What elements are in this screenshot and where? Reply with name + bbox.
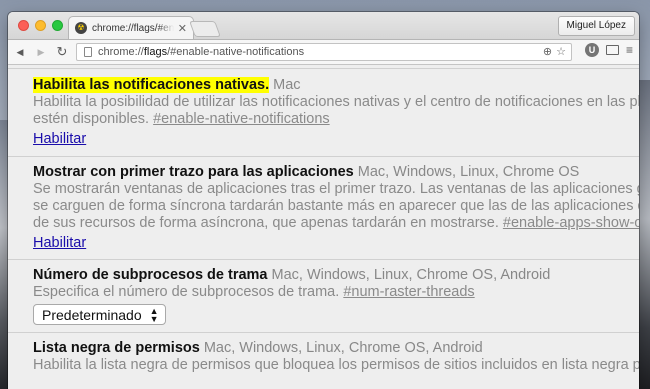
zoom-icon[interactable]: ⊕ (543, 45, 552, 58)
tab-close-icon[interactable]: ✕ (178, 22, 187, 35)
flag-title: Mostrar con primer trazo para las aplica… (33, 164, 354, 180)
flag-description: de sus recursos de forma asíncrona, que … (33, 215, 503, 231)
enable-link[interactable]: Habilitar (33, 233, 86, 253)
flags-page: Habilita las notificaciones nativas. Mac … (8, 65, 639, 389)
chrome-menu-icon[interactable]: ≡ (626, 43, 633, 57)
divider (8, 68, 639, 69)
flag-anchor-link[interactable]: #enable-apps-show-on-fir (503, 215, 639, 231)
flag-anchor-link[interactable]: #num-raster-threads (343, 284, 474, 300)
flag-anchor-link[interactable]: #enable-native-notifications (153, 111, 330, 127)
flag-description: Habilita la lista negra de permisos que … (33, 357, 639, 373)
flag-platforms: Mac, Windows, Linux, Chrome OS (357, 164, 580, 180)
cast-icon[interactable] (605, 45, 619, 55)
back-arrow-icon: ◀ (16, 46, 24, 57)
reload-button[interactable]: ↻ (53, 43, 71, 61)
minimize-window-button[interactable] (35, 20, 46, 31)
select-value: Predeterminado (42, 306, 142, 323)
flag-title: Habilita las notificaciones nativas. (33, 77, 270, 93)
enable-link[interactable]: Habilitar (33, 129, 86, 149)
flag-item-apps-show-first-paint: Mostrar con primer trazo para las aplica… (8, 164, 639, 253)
forward-button[interactable]: ▶ (32, 43, 50, 61)
address-bar[interactable]: chrome://flags/#enable-native-notificati… (76, 43, 572, 61)
flag-title: Lista negra de permisos (33, 340, 200, 356)
flag-description: Especifica el número de subprocesos de t… (33, 284, 344, 300)
flag-platforms: Mac, Windows, Linux, Chrome OS, Android (203, 340, 483, 356)
tab-flags[interactable]: ☢ chrome://flags/#enable-native-notifica… (68, 16, 194, 39)
flag-platforms: Mac, Windows, Linux, Chrome OS, Android (271, 267, 551, 283)
maximize-window-button[interactable] (52, 20, 63, 31)
tab-strip: ☢ chrome://flags/#enable-native-notifica… (8, 12, 639, 40)
flag-description: Habilita la posibilidad de utilizar las … (33, 94, 639, 110)
divider (8, 259, 639, 260)
flag-description: se carguen de forma síncrona tardarán ba… (33, 198, 639, 214)
flag-item-raster-threads: Número de subprocesos de trama Mac, Windo… (8, 267, 639, 325)
divider (8, 156, 639, 157)
flag-platforms: Mac (273, 77, 301, 93)
raster-threads-select[interactable]: Predeterminado ▲ ▼ (33, 304, 166, 325)
toolbar: ◀ ▶ ↻ chrome://flags/#enable-native-noti… (8, 40, 639, 65)
browser-window: ☢ chrome://flags/#enable-native-notifica… (8, 12, 639, 389)
new-tab-button[interactable] (189, 21, 221, 37)
flag-description: Se mostrarán ventanas de aplicaciones tr… (33, 181, 639, 197)
forward-arrow-icon: ▶ (37, 46, 45, 57)
reload-icon: ↻ (56, 44, 68, 59)
back-button[interactable]: ◀ (11, 43, 29, 61)
window-controls (18, 20, 63, 31)
extension-u-icon[interactable]: U (584, 43, 599, 57)
flag-title: Número de subprocesos de trama (33, 267, 268, 283)
close-window-button[interactable] (18, 20, 29, 31)
tab-title: chrome://flags/#enable-native-notificati… (92, 22, 174, 34)
page-icon (84, 47, 92, 57)
flags-favicon-icon: ☢ (75, 22, 87, 34)
flag-item-native-notifications: Habilita las notificaciones nativas. Mac … (8, 77, 639, 149)
bookmark-star-icon[interactable]: ☆ (556, 45, 566, 58)
flag-description: estén disponibles. (33, 111, 154, 127)
divider (8, 332, 639, 333)
select-arrows-icon: ▲ ▼ (149, 305, 159, 324)
url-text[interactable]: chrome://flags/#enable-native-notificati… (98, 46, 304, 58)
profile-button[interactable]: Miguel López (557, 16, 635, 36)
flag-item-permissions-blacklist: Lista negra de permisos Mac, Windows, Lin… (8, 340, 639, 374)
